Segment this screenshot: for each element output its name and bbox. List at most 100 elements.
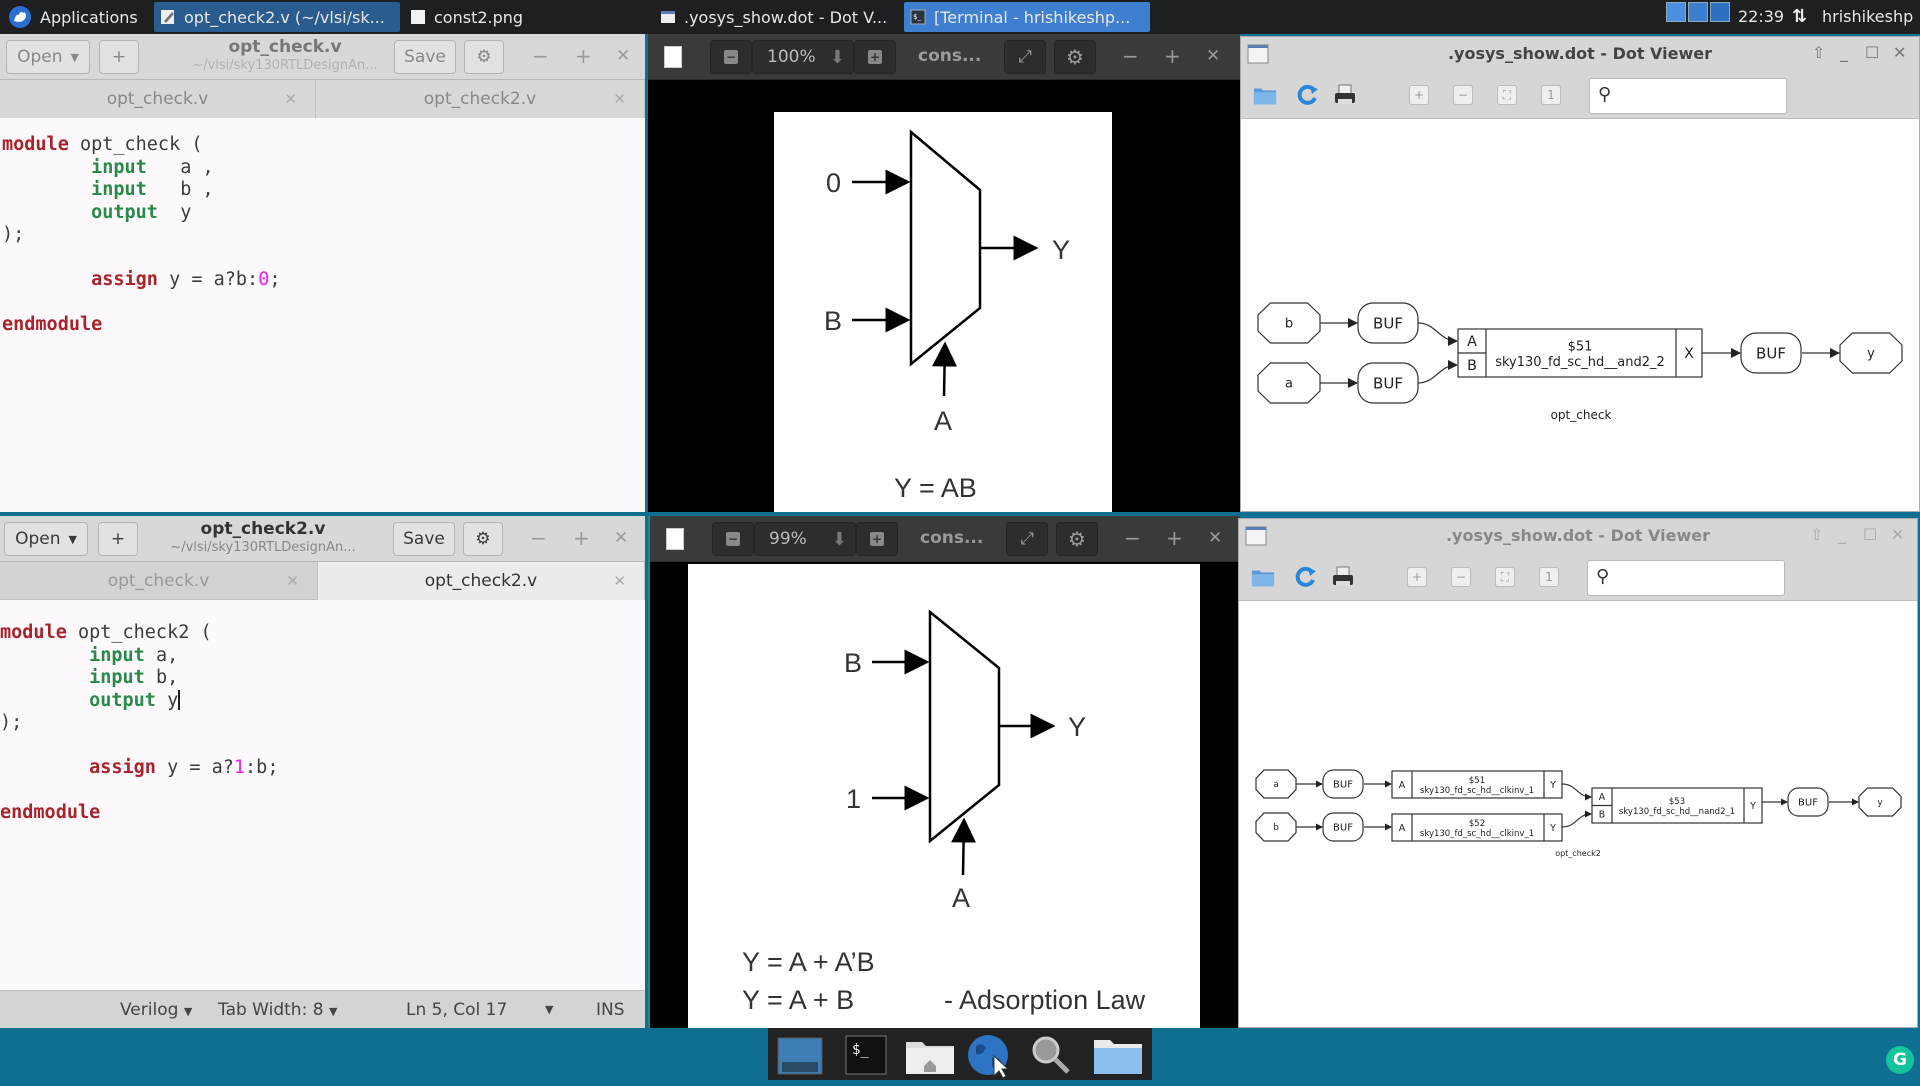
zoom-out-button[interactable]: − (1451, 567, 1471, 587)
search-input[interactable]: ⚲ (1589, 78, 1787, 114)
new-tab-button[interactable]: + (98, 522, 138, 556)
settings-button[interactable]: ⚙ (464, 40, 504, 74)
task-opt-check2[interactable]: opt_check2.v (~/vlsi/sk... (154, 2, 400, 32)
zoom-fit-button[interactable]: ⛶ (1497, 85, 1517, 105)
tab-opt-check2[interactable]: opt_check2.v ✕ (316, 80, 645, 118)
zoom-fit-button[interactable]: ⛶ (1495, 567, 1515, 587)
file-manager-launcher[interactable] (1092, 1034, 1142, 1076)
minimize-button[interactable]: _ (1838, 525, 1846, 544)
print-button[interactable] (1331, 565, 1355, 589)
cell-port-label: A (1399, 780, 1406, 791)
maximize-button[interactable]: + (575, 44, 592, 68)
web-browser-launcher[interactable] (964, 1034, 1012, 1079)
close-tab-icon[interactable]: ✕ (613, 90, 626, 108)
chevron-down-icon[interactable]: ▼ (545, 1003, 553, 1016)
task-dot-viewer[interactable]: .yosys_show.dot - Dot V... (654, 2, 902, 32)
image-thumbnail-icon[interactable] (664, 46, 682, 68)
tab-opt-check[interactable]: opt_check.v ✕ (0, 80, 316, 118)
close-button[interactable]: ✕ (1893, 43, 1906, 62)
new-tab-button[interactable]: + (99, 40, 139, 74)
clock[interactable]: 22:39 (1738, 7, 1784, 26)
zoom-in-button[interactable]: + (856, 522, 898, 556)
zoom-in-button[interactable]: + (1407, 567, 1427, 587)
arrow-down-icon: ⬇ (829, 46, 845, 68)
fullscreen-button[interactable]: ⤢ (1006, 522, 1048, 556)
language-selector[interactable]: Verilog ▼ (120, 1000, 192, 1020)
close-tab-icon[interactable]: ✕ (286, 572, 299, 590)
close-button[interactable]: ✕ (1891, 525, 1904, 544)
dot-graph-top[interactable]: b a BUF BUF AB X $51sky130_fd_sc_hd__and2_2 BUF… (1241, 119, 1920, 512)
workspace-1[interactable] (1666, 2, 1686, 22)
code-line: assign y = a?b:0; (2, 269, 280, 292)
cell-port-label: B (1599, 810, 1605, 821)
fullscreen-button[interactable]: ⤢ (1004, 40, 1046, 74)
close-button[interactable]: ✕ (616, 46, 630, 66)
tab-opt-check2[interactable]: opt_check2.v ✕ (318, 562, 645, 600)
zoom-in-button[interactable]: + (854, 40, 896, 74)
settings-button[interactable]: ⚙ (463, 522, 503, 556)
workspace-3[interactable] (1710, 2, 1730, 22)
image-viewer-top: − 100% ⬇ + cons... ⤢ ⚙ − + ✕ 0 B Y A Y =… (648, 34, 1240, 512)
network-updown-icon[interactable]: ⇅ (1792, 6, 1807, 27)
minimize-button[interactable]: _ (1840, 43, 1848, 62)
grammarly-icon[interactable]: G (1886, 1046, 1914, 1074)
dot-graph-bottom[interactable]: abBUFBUFA Y$51sky130_fd_sc_hd__clkinv_1A Y… (1239, 601, 1918, 1028)
code-editor[interactable]: module opt_check ( input a , input b , o… (2, 134, 280, 337)
tab-opt-check[interactable]: opt_check.v ✕ (0, 562, 318, 600)
open-file-button[interactable] (1251, 565, 1275, 589)
zoom-out-button[interactable]: − (1453, 85, 1473, 105)
maximize-button[interactable]: + (573, 526, 590, 550)
save-button[interactable]: Save (394, 40, 456, 74)
open-button[interactable]: Open ▼ (6, 40, 90, 74)
home-folder-launcher[interactable] (904, 1034, 954, 1076)
reload-button[interactable] (1296, 83, 1320, 107)
username[interactable]: hrishikeshp (1822, 7, 1913, 26)
zoom-out-button[interactable]: − (712, 522, 754, 556)
close-tab-icon[interactable]: ✕ (284, 90, 297, 108)
tab-width-selector[interactable]: Tab Width: 8 ▼ (218, 1000, 337, 1020)
print-button[interactable] (1333, 83, 1357, 107)
keep-above-button[interactable]: ⇧ (1810, 525, 1823, 544)
close-button[interactable]: ✕ (614, 528, 628, 548)
maximize-button[interactable]: ☐ (1863, 525, 1877, 544)
cursor-position[interactable]: Ln 5, Col 17 (406, 1000, 507, 1020)
show-desktop-launcher[interactable] (776, 1034, 824, 1076)
terminal-launcher[interactable]: $_ (842, 1034, 890, 1076)
task-terminal[interactable]: $_ [Terminal - hrishikeshp... (904, 2, 1150, 32)
zoom-level[interactable]: 99% ⬇ (754, 522, 856, 556)
zoom-100-button[interactable]: 1 (1541, 85, 1561, 105)
zoom-out-button[interactable]: − (710, 40, 752, 74)
zoom-in-button[interactable]: + (1409, 85, 1429, 105)
settings-button[interactable]: ⚙ (1056, 522, 1098, 556)
close-button[interactable]: ✕ (1208, 528, 1222, 548)
workspace-2[interactable] (1688, 2, 1708, 22)
code-editor[interactable]: module opt_check2 ( input a, input b, ou… (0, 622, 278, 825)
reload-button[interactable] (1294, 565, 1318, 589)
maximize-button[interactable]: + (1166, 526, 1183, 550)
close-tab-icon[interactable]: ✕ (613, 572, 626, 590)
keep-above-button[interactable]: ⇧ (1812, 43, 1825, 62)
workspace-switcher[interactable] (1666, 2, 1732, 32)
task-const2[interactable]: const2.png (404, 2, 644, 32)
applications-menu[interactable]: Applications (2, 2, 152, 32)
open-file-button[interactable] (1253, 83, 1277, 107)
search-input[interactable]: ⚲ (1587, 560, 1785, 596)
minimize-button[interactable]: − (1124, 526, 1141, 550)
zoom-level[interactable]: 100% ⬇ (752, 40, 854, 74)
search-launcher[interactable] (1026, 1034, 1074, 1076)
image-thumbnail-icon[interactable] (666, 528, 684, 550)
close-button[interactable]: ✕ (1206, 46, 1220, 66)
save-button[interactable]: Save (393, 522, 455, 556)
minimize-button[interactable]: − (1122, 44, 1139, 68)
maximize-button[interactable]: ☐ (1865, 43, 1879, 62)
minimize-button[interactable]: − (532, 44, 549, 68)
settings-button[interactable]: ⚙ (1054, 40, 1096, 74)
minimize-button[interactable]: − (530, 526, 547, 550)
zoom-100-button[interactable]: 1 (1539, 567, 1559, 587)
open-button[interactable]: Open ▼ (4, 522, 88, 556)
maximize-button[interactable]: + (1164, 44, 1181, 68)
zoom-100-icon: 1 (1545, 570, 1553, 584)
